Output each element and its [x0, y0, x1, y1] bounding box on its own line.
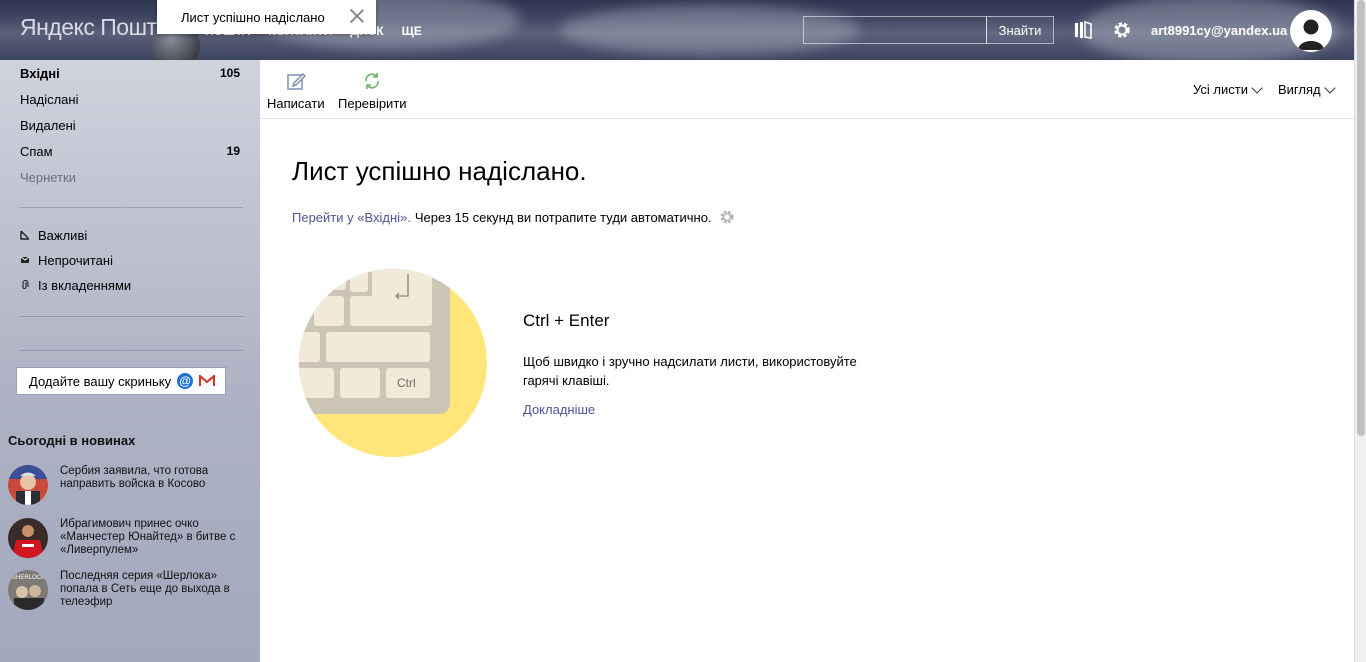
- add-mailbox-label: Додайте вашу скриньку: [29, 373, 172, 389]
- news-item[interactable]: Ибрагимович принес очко «Манчестер Юнайт…: [8, 518, 253, 558]
- divider: [20, 316, 243, 317]
- view-label: Вигляд: [1278, 82, 1321, 97]
- user-email[interactable]: art8991cy@yandex.ua: [1151, 23, 1287, 38]
- nav-more[interactable]: Ще: [402, 24, 422, 38]
- filter-important[interactable]: Важливі: [20, 226, 87, 244]
- news-thumbnail: [8, 518, 48, 558]
- gmail-icon: [199, 373, 216, 387]
- news-thumbnail: [8, 465, 48, 505]
- view-dropdown[interactable]: Вигляд: [1278, 81, 1336, 97]
- add-mailbox-button[interactable]: Додайте вашу скриньку @: [16, 367, 226, 395]
- news-title: Сьогодні в новинах: [8, 433, 136, 448]
- redirect-line: Перейти у «Вхідні». Через 15 секунд ви п…: [292, 209, 735, 225]
- logo[interactable]: Яндекс Пошта: [20, 14, 169, 41]
- folder-label: Спам: [20, 143, 53, 159]
- folder-label: Чернетки: [20, 169, 77, 185]
- folder-deleted[interactable]: Видалені: [20, 115, 240, 135]
- folder-label: Видалені: [20, 117, 76, 133]
- avatar[interactable]: [1290, 10, 1332, 52]
- compact-view-icon[interactable]: [1072, 19, 1094, 41]
- divider: [20, 207, 243, 208]
- logo-brand: Яндекс: [20, 14, 95, 40]
- filter-label: Із вкладеннями: [38, 277, 132, 293]
- scrollbar-thumb[interactable]: [1357, 0, 1365, 436]
- news-item[interactable]: Сербия заявила, что готова направить вой…: [8, 465, 253, 505]
- news-thumbnail: SHERLOCK: [8, 570, 48, 610]
- folder-spam[interactable]: Спам 19: [20, 141, 240, 161]
- news-thumb-label: SHERLOCK: [12, 575, 45, 581]
- attachment-icon: [20, 279, 30, 290]
- page-title: Лист успішно надіслано.: [292, 156, 587, 186]
- search-input[interactable]: [804, 17, 986, 43]
- hotkey-description: Щоб швидко і зручно надсилати листи, вик…: [523, 354, 857, 388]
- check-mail-button[interactable]: Перевірити: [338, 70, 407, 111]
- folder-label: Надіслані: [20, 91, 79, 107]
- folder-sent[interactable]: Надіслані: [20, 89, 240, 109]
- redirect-text: Через 15 секунд ви потрапите туди автома…: [414, 209, 712, 225]
- toolbar: Написати Перевірити Усі листи Вигляд: [260, 60, 1354, 119]
- chevron-down-icon: [1323, 81, 1336, 94]
- news-text: Последняя серия «Шерлока» попала в Сеть …: [60, 570, 230, 608]
- gear-icon[interactable]: [719, 209, 735, 225]
- hotkey-title: Ctrl + Enter: [523, 311, 610, 330]
- toast-text: Лист успішно надіслано: [181, 9, 325, 25]
- compose-label: Написати: [267, 96, 325, 111]
- filter-label: Непрочитані: [38, 252, 113, 268]
- filter-attachments[interactable]: Із вкладеннями: [20, 276, 131, 294]
- folder-drafts[interactable]: Чернетки: [20, 167, 240, 187]
- folder-count: 105: [219, 66, 240, 80]
- ctrl-key-label: Ctrl: [397, 376, 416, 390]
- folder-label: Вхідні: [20, 65, 60, 81]
- keyboard-illustration: Ctrl: [298, 268, 488, 458]
- all-letters-dropdown[interactable]: Усі листи: [1193, 81, 1263, 97]
- pencil-icon: [285, 70, 307, 92]
- unread-icon: [20, 255, 30, 265]
- check-label: Перевірити: [338, 96, 407, 111]
- chevron-down-icon: [1251, 81, 1263, 94]
- all-letters-label: Усі листи: [1193, 82, 1248, 97]
- sent-toast: Лист успішно надіслано: [157, 0, 376, 34]
- compose-button[interactable]: Написати: [267, 70, 325, 111]
- folder-count: 19: [226, 144, 240, 158]
- main-content: Написати Перевірити Усі листи Вигляд Лис…: [260, 60, 1354, 662]
- close-icon[interactable]: [350, 9, 364, 23]
- news-text: Ибрагимович принес очко «Манчестер Юнайт…: [60, 518, 236, 556]
- search-box: [803, 16, 987, 44]
- sidebar: Вхідні 105 Надіслані Видалені Спам 19 Че…: [0, 60, 260, 662]
- scrollbar[interactable]: [1354, 0, 1366, 662]
- news-item[interactable]: SHERLOCK Последняя серия «Шерлока» попал…: [8, 570, 253, 610]
- go-to-inbox-link[interactable]: Перейти у «Вхідні».: [292, 210, 411, 225]
- refresh-icon: [361, 70, 383, 92]
- news-text: Сербия заявила, что готова направить вой…: [60, 465, 209, 490]
- filter-label: Важливі: [38, 227, 88, 243]
- at-sign-icon: @: [177, 373, 194, 389]
- filter-unread[interactable]: Непрочитані: [20, 251, 113, 269]
- search-button[interactable]: Знайти: [986, 16, 1054, 44]
- important-icon: [20, 230, 30, 240]
- divider: [20, 350, 243, 351]
- settings-gear-icon[interactable]: [1111, 19, 1133, 41]
- learn-more-link[interactable]: Докладніше: [523, 402, 595, 417]
- folder-inbox[interactable]: Вхідні 105: [20, 63, 240, 83]
